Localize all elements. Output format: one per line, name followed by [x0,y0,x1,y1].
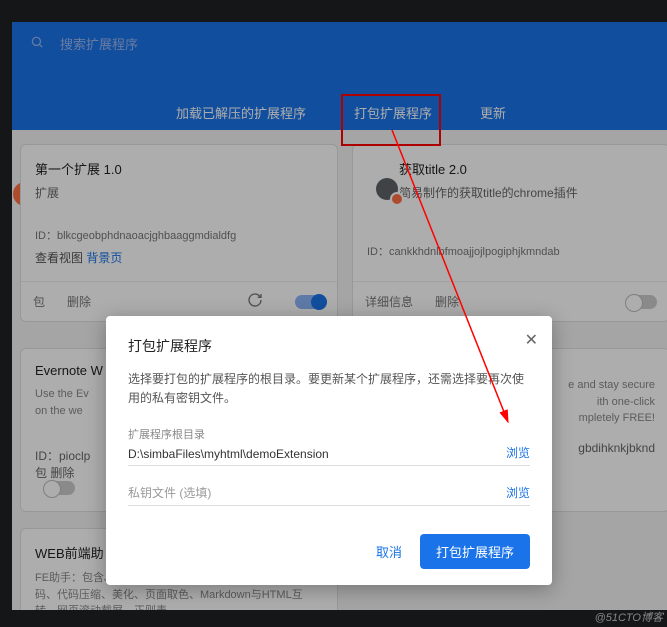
close-icon[interactable]: ✕ [525,330,538,350]
browse-button[interactable]: 浏览 [506,484,530,501]
dialog-title: 打包扩展程序 [128,336,530,356]
pack-extension-dialog: 打包扩展程序 ✕ 选择要打包的扩展程序的根目录。要更新某个扩展程序，还需选择要再… [106,316,552,585]
browse-button[interactable]: 浏览 [506,444,530,461]
dialog-description: 选择要打包的扩展程序的根目录。要更新某个扩展程序，还需选择要再次使用的私有密钥文… [128,370,530,408]
root-dir-label: 扩展程序根目录 [128,426,530,442]
watermark: @51CTO博客 [595,609,663,625]
private-key-input[interactable]: 私钥文件 (选填) [128,484,496,501]
root-dir-input[interactable]: D:\simbaFiles\myhtml\demoExtension [128,447,496,461]
cancel-button[interactable]: 取消 [376,542,402,561]
pack-button[interactable]: 打包扩展程序 [420,534,530,569]
